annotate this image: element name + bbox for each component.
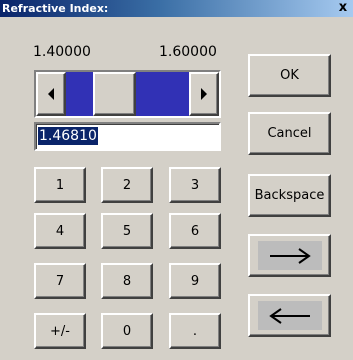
back-button[interactable] <box>248 294 331 337</box>
key-6[interactable]: 6 <box>169 213 221 249</box>
ok-button[interactable]: OK <box>248 54 331 97</box>
left-arrow-icon <box>268 307 310 324</box>
key-2[interactable]: 2 <box>101 167 153 203</box>
window-title: Refractive Index: <box>2 2 109 15</box>
key-1[interactable]: 1 <box>34 167 86 203</box>
right-triangle-icon <box>201 88 207 100</box>
forward-button[interactable] <box>248 234 331 277</box>
key-plus-minus[interactable]: +/- <box>34 313 86 349</box>
backspace-button[interactable]: Backspace <box>248 174 331 217</box>
value-slider[interactable] <box>34 70 221 118</box>
slider-left-button[interactable] <box>36 72 66 116</box>
refractive-index-dialog: Refractive Index: x 1.40000 1.60000 1.46… <box>0 0 353 360</box>
back-button-face <box>257 301 322 330</box>
key-4[interactable]: 4 <box>34 213 86 249</box>
title-bar: Refractive Index: x <box>0 0 353 17</box>
key-7[interactable]: 7 <box>34 263 86 299</box>
value-input[interactable]: 1.46810 <box>34 122 221 151</box>
close-button[interactable]: x <box>336 0 350 16</box>
right-arrow-icon <box>269 247 311 264</box>
key-0[interactable]: 0 <box>101 313 153 349</box>
value-text: 1.46810 <box>38 127 98 145</box>
key-9[interactable]: 9 <box>169 263 221 299</box>
forward-button-face <box>257 241 322 270</box>
slider-right-button[interactable] <box>189 72 219 116</box>
left-triangle-icon <box>48 88 54 100</box>
range-max-label: 1.60000 <box>159 44 217 60</box>
key-decimal[interactable]: . <box>169 313 221 349</box>
key-3[interactable]: 3 <box>169 167 221 203</box>
key-5[interactable]: 5 <box>101 213 153 249</box>
range-min-label: 1.40000 <box>33 44 91 60</box>
slider-thumb[interactable] <box>93 72 137 116</box>
cancel-button[interactable]: Cancel <box>248 112 331 155</box>
key-8[interactable]: 8 <box>101 263 153 299</box>
